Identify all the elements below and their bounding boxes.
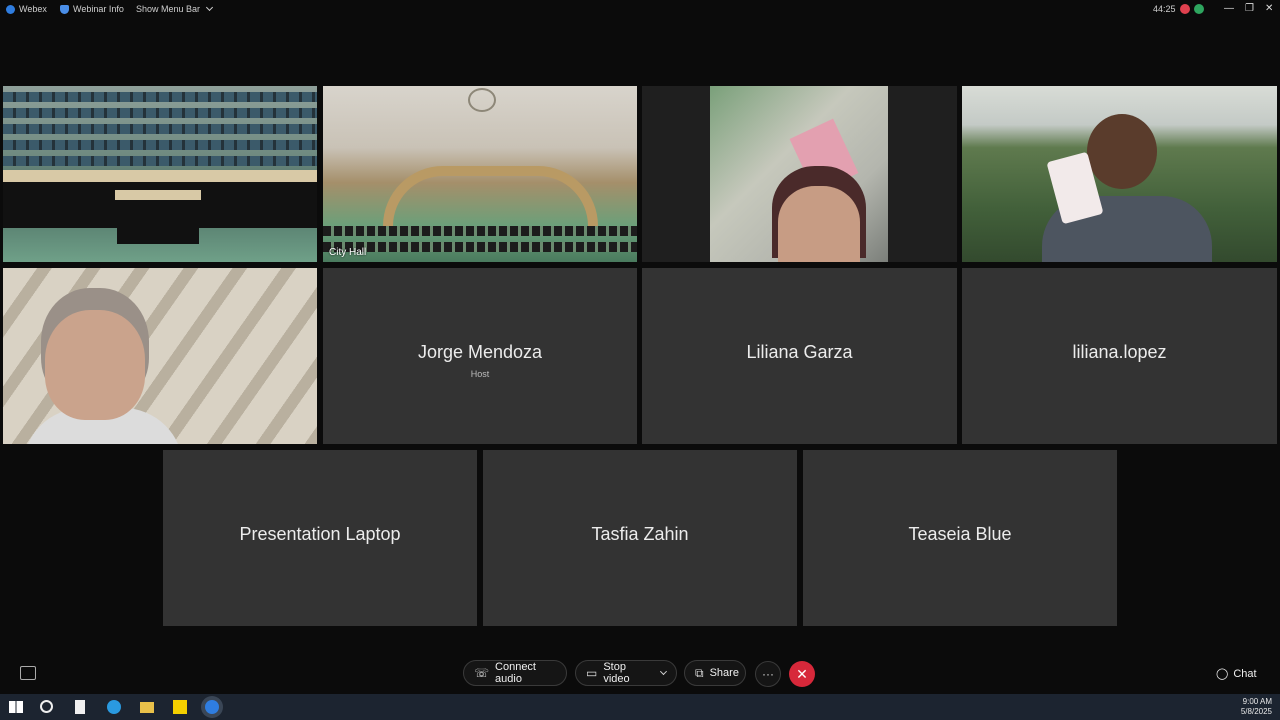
video-tile-presentation-laptop[interactable]: Presentation Laptop (163, 450, 477, 626)
file-icon[interactable] (75, 700, 85, 714)
close-icon: ✕ (796, 665, 808, 682)
tile-caption: City Hall (329, 247, 367, 258)
show-menu-bar-label: Show Menu Bar (136, 4, 201, 14)
video-camera-icon: ▭ (586, 666, 598, 680)
city-hall-feed (323, 86, 637, 262)
webex-logo-icon (6, 4, 15, 14)
audio-icon: ☏ (474, 666, 490, 680)
participant-name: Teaseia Blue (908, 524, 1012, 544)
participant-name: liliana.lopez (1072, 342, 1167, 362)
participant-name: Jorge Mendoza (417, 342, 543, 362)
video-tile-webcam-participant[interactable] (642, 86, 957, 262)
participant-name: Presentation Laptop (239, 524, 401, 544)
participant-name: Tasfia Zahin (591, 524, 689, 544)
stop-video-button[interactable]: ▭ Stop video (575, 660, 677, 686)
chat-button[interactable]: ◯ Chat (1216, 667, 1257, 681)
share-label: Share (709, 667, 739, 679)
webinar-info-menu[interactable]: Webinar Info (60, 4, 124, 14)
share-icon: ⧉ (695, 665, 704, 680)
chevron-down-icon[interactable] (660, 668, 668, 675)
clock-date: 5/8/2025 (1240, 707, 1272, 716)
city-seal-icon (468, 88, 496, 112)
recording-icon[interactable] (1179, 4, 1190, 14)
share-button[interactable]: ⧉ Share (684, 660, 746, 686)
shield-icon (60, 4, 69, 14)
connect-audio-button[interactable]: ☏ Connect audio (463, 660, 567, 686)
webinar-info-label: Webinar Info (73, 4, 124, 14)
video-tile-tasfia-zahin[interactable]: Tasfia Zahin (483, 450, 797, 626)
windows-start-icon[interactable] (9, 701, 23, 713)
edge-browser-icon[interactable] (107, 700, 121, 714)
folder-icon[interactable] (140, 702, 154, 713)
video-tile-liliana-garza[interactable]: Liliana Garza (642, 268, 957, 444)
search-icon[interactable] (40, 700, 53, 713)
participant-webcam-feed-2 (962, 86, 1277, 262)
participant-name: Liliana Garza (746, 342, 853, 362)
meeting-timer: 44:25 (1153, 4, 1176, 14)
leave-meeting-button[interactable]: ✕ (789, 661, 815, 687)
show-menu-bar-toggle[interactable]: Show Menu Bar (136, 3, 214, 14)
chat-bubble-icon: ◯ (1216, 668, 1229, 680)
close-icon[interactable]: ✕ (1265, 3, 1273, 14)
system-clock[interactable]: 9:00 AM 5/8/2025 (1241, 697, 1272, 717)
windows-taskbar: 9:00 AM 5/8/2025 (0, 694, 1280, 720)
video-tile-webcam-participant-2[interactable] (962, 86, 1277, 262)
host-badge: Host (470, 369, 490, 379)
more-options-button[interactable]: ··· (755, 661, 781, 687)
video-tile-teaseia-blue[interactable]: Teaseia Blue (803, 450, 1117, 626)
video-tile-jorge-mendoza[interactable]: Jorge Mendoza Host (323, 268, 637, 444)
status-indicators: 44:25 (1153, 4, 1204, 14)
sticky-notes-icon[interactable] (173, 700, 187, 714)
chevron-down-icon (206, 3, 214, 12)
clock-time: 9:00 AM (1242, 697, 1272, 706)
room-camera-feed (3, 86, 317, 262)
video-tile-webcam-participant-3[interactable] (3, 268, 317, 444)
chat-label: Chat (1233, 667, 1257, 680)
top-menu-bar: Webex Webinar Info Show Menu Bar 44:25 —… (0, 0, 1280, 20)
app-name: Webex (19, 4, 47, 14)
webex-taskbar-icon[interactable] (205, 700, 219, 714)
participant-webcam-feed-3 (3, 268, 317, 444)
captions-icon[interactable] (20, 666, 36, 680)
video-tile-liliana-lopez[interactable]: liliana.lopez (962, 268, 1277, 444)
stop-video-label: Stop video (603, 661, 630, 685)
connection-icon[interactable] (1193, 4, 1204, 14)
connect-audio-label: Connect audio (495, 661, 536, 685)
video-tile-city-hall[interactable]: City Hall (323, 86, 637, 262)
video-tile-room-camera[interactable] (3, 86, 317, 262)
minimize-icon[interactable]: — (1224, 3, 1234, 14)
webex-menu[interactable]: Webex (6, 4, 47, 14)
participant-webcam-feed (710, 86, 888, 262)
maximize-icon[interactable]: ❐ (1245, 3, 1254, 14)
more-icon: ··· (762, 667, 774, 681)
